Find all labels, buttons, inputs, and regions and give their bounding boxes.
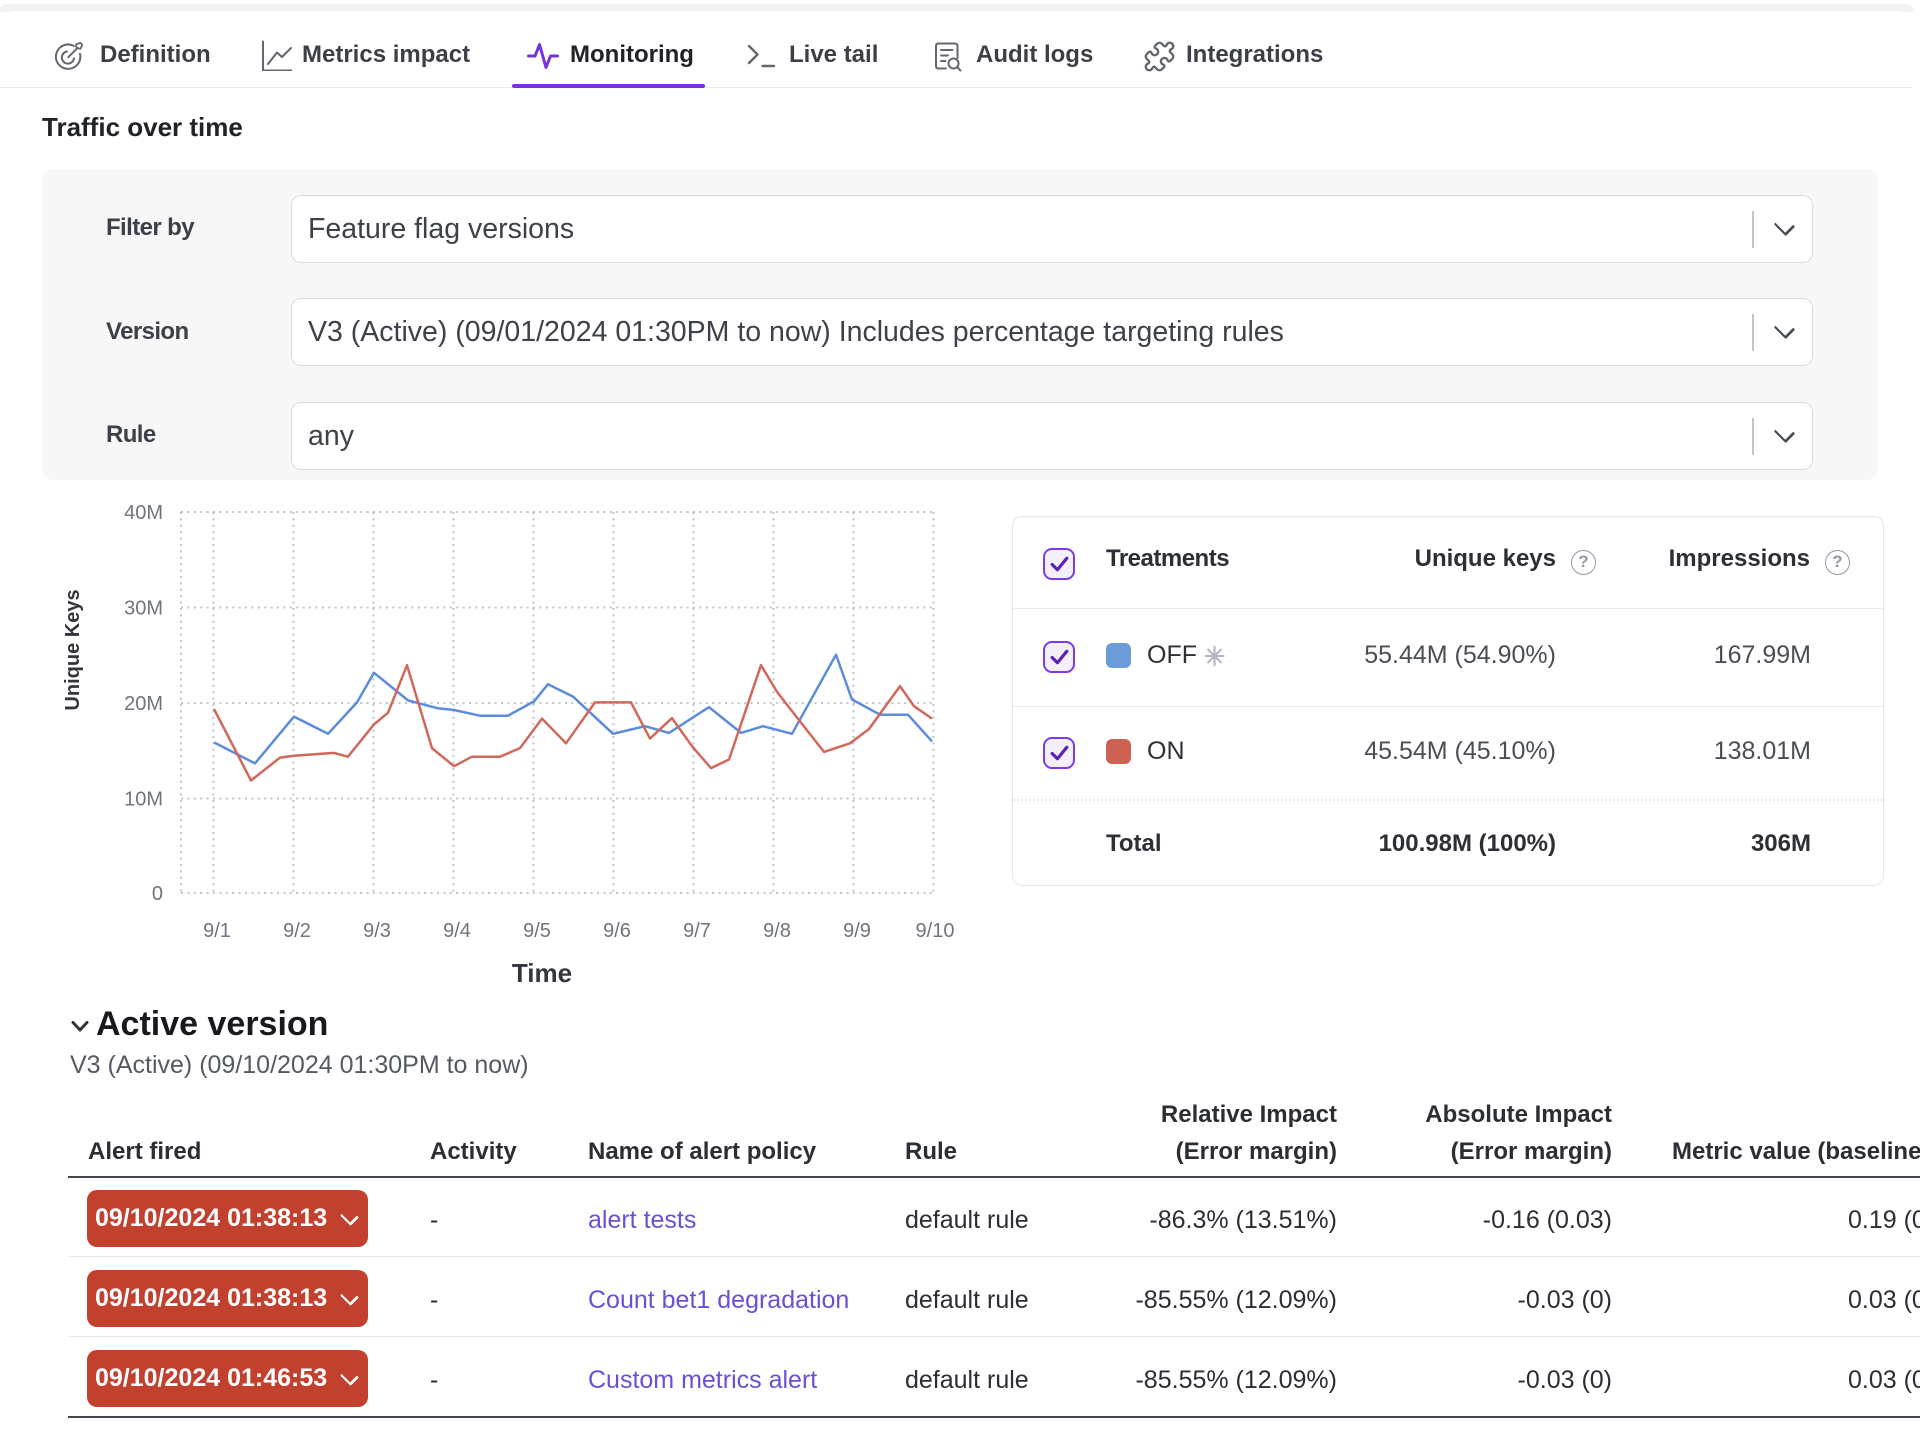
svg-text:9/5: 9/5 (523, 920, 551, 942)
svg-text:Time: Time (512, 958, 572, 988)
svg-text:0: 0 (152, 883, 163, 905)
svg-text:9/8: 9/8 (763, 920, 791, 942)
svg-text:9/2: 9/2 (283, 920, 311, 942)
svg-text:40M: 40M (124, 502, 163, 524)
svg-text:10M: 10M (124, 789, 163, 811)
svg-text:9/3: 9/3 (363, 920, 391, 942)
svg-text:20M: 20M (124, 693, 163, 715)
svg-text:9/7: 9/7 (683, 920, 711, 942)
svg-text:9/1: 9/1 (203, 920, 231, 942)
svg-text:30M: 30M (124, 598, 163, 620)
svg-text:Unique Keys: Unique Keys (62, 589, 84, 710)
svg-text:9/10: 9/10 (916, 920, 955, 942)
svg-text:9/6: 9/6 (603, 920, 631, 942)
svg-text:9/9: 9/9 (843, 920, 871, 942)
svg-text:9/4: 9/4 (443, 920, 471, 942)
